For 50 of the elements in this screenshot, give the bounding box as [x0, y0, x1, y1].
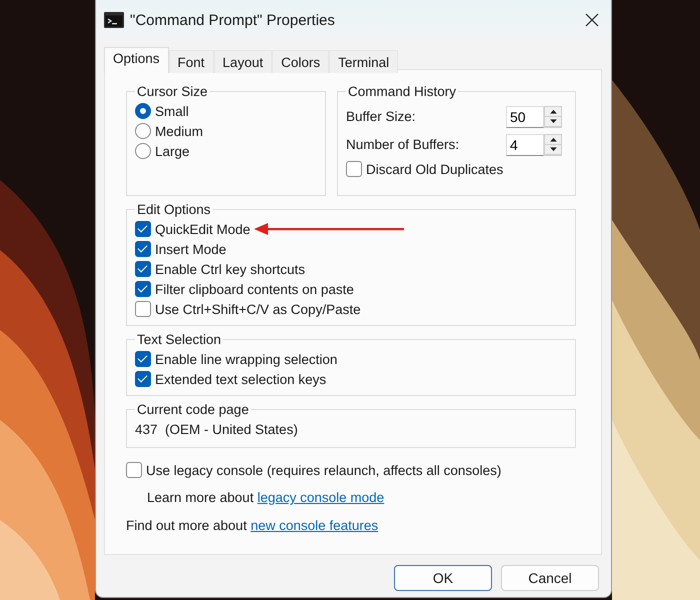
tab[interactable]: Terminal — [329, 50, 398, 73]
link[interactable]: legacy console mode — [257, 490, 384, 505]
checkbox-label: QuickEdit Mode — [155, 222, 250, 236]
checkbox-label: Discard Old Duplicates — [366, 162, 504, 176]
radio-label: Medium — [155, 124, 204, 138]
tab[interactable]: Font — [168, 50, 214, 73]
close-icon[interactable] — [585, 13, 599, 27]
info-text: Learn more about legacy console mode — [147, 489, 386, 507]
checkbox[interactable] — [126, 462, 142, 478]
checkbox[interactable] — [135, 241, 151, 257]
group-title: Edit Options — [136, 202, 212, 217]
checkbox[interactable] — [135, 261, 151, 277]
link[interactable]: new console features — [250, 518, 378, 533]
dialog-button[interactable]: Cancel — [501, 565, 599, 591]
checkbox-label: Filter clipboard contents on paste — [155, 282, 354, 296]
checkbox[interactable] — [135, 351, 151, 367]
tab[interactable]: Options — [104, 47, 169, 73]
checkbox-label: Extended text selection keys — [155, 372, 326, 386]
checkbox[interactable] — [135, 221, 151, 237]
checkbox[interactable] — [135, 301, 151, 317]
number-field[interactable]: 50 — [506, 106, 544, 128]
dialog-button[interactable]: OK — [394, 565, 492, 591]
checkbox-label: Insert Mode — [155, 242, 226, 256]
checkbox-label: Enable line wrapping selection — [155, 352, 338, 366]
tab[interactable]: Colors — [272, 50, 330, 73]
checkbox[interactable] — [135, 371, 151, 387]
checkbox[interactable] — [135, 281, 151, 297]
radio-label: Small — [155, 104, 189, 118]
window-title: "Command Prompt" Properties — [130, 12, 336, 28]
spin-buttons[interactable] — [544, 106, 562, 128]
radio-button[interactable] — [135, 123, 151, 139]
group-title: Current code page — [136, 402, 250, 417]
group-title: Cursor Size — [136, 84, 209, 99]
code-page-value: 437 (OEM - United States) — [135, 421, 299, 439]
checkbox-label: Use legacy console (requires relaunch, affects all consoles) — [146, 462, 502, 478]
console-icon — [104, 12, 124, 28]
tab[interactable]: Layout — [214, 50, 272, 73]
field-label: Buffer Size: — [346, 109, 417, 124]
spin-buttons[interactable] — [544, 134, 562, 156]
checkbox[interactable] — [346, 161, 362, 177]
info-text: Find out more about new console features — [126, 517, 380, 535]
checkbox-label: Use Ctrl+Shift+C/V as Copy/Paste — [155, 302, 361, 316]
radio-button[interactable] — [135, 143, 151, 159]
checkbox-label: Enable Ctrl key shortcuts — [155, 262, 306, 276]
radio-button[interactable] — [135, 103, 151, 119]
number-field[interactable]: 4 — [506, 134, 544, 156]
group-title: Command History — [347, 84, 458, 99]
field-label: Number of Buffers: — [346, 137, 460, 152]
group-title: Text Selection — [136, 332, 222, 347]
radio-label: Large — [155, 144, 190, 158]
